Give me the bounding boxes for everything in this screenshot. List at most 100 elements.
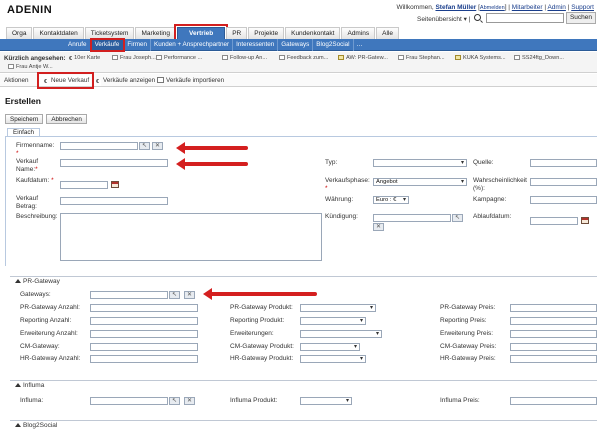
pr-gateway-header[interactable]: PR-Gateway [15,278,60,285]
blog2social-header[interactable]: Blog2Social [15,422,57,429]
tab-kontaktdaten[interactable]: Kontaktdaten [33,27,84,39]
sub-nav: Anrufe Verkäufe Firmen Kunden + Ansprech… [0,38,597,52]
select-icon[interactable]: ↖ [452,214,463,222]
subnav-interessenten[interactable]: Interessenten [233,39,279,51]
user-link[interactable]: Stefan Müller [435,4,476,11]
tab-kundenkontakt[interactable]: Kundenkontakt [285,27,341,39]
select-icon[interactable]: ↖ [139,142,150,150]
subnav-more[interactable]: … [354,39,366,51]
select-icon[interactable]: ↖ [169,291,180,299]
recent-item[interactable]: €10er Karte [69,55,100,62]
influma-preis-input[interactable] [510,397,597,405]
pr-gateway-produkt-select[interactable] [300,304,376,312]
label-influma-preis: Influma Preis: [440,397,480,404]
brand-logo[interactable]: ADENIN [7,4,52,16]
show-sales-action[interactable]: € Verkäufe anzeigen [92,75,157,86]
influma-input[interactable] [90,397,168,405]
reporting-preis-input[interactable] [510,317,597,325]
label-hr-gateway-preis: HR-Gateway Preis: [440,355,496,362]
hr-gateway-preis-input[interactable] [510,355,597,363]
recent-item[interactable]: Feedback zum... [279,55,328,61]
firmenname-input[interactable] [60,142,138,150]
subnav-blog2social[interactable]: Blog2Social [313,39,354,51]
view-select[interactable]: Seitenübersicht ▾ | [417,15,470,23]
kaufdatum-input[interactable] [60,181,108,189]
cm-gateway-input[interactable] [90,343,198,351]
recent-item[interactable]: KUKA Systems... [455,55,506,61]
link-admin[interactable]: Admin [547,4,565,11]
euro-icon: € [42,80,49,86]
tab-orga[interactable]: Orga [6,27,33,39]
gateways-input[interactable] [90,291,168,299]
tab-alle[interactable]: Alle [376,27,400,39]
tab-pr[interactable]: PR [226,27,248,39]
subnav-verkaeufe[interactable]: Verkäufe [89,38,126,52]
ablaufdatum-input[interactable] [530,217,578,225]
wahrscheinlichkeit-input[interactable] [530,178,597,186]
verkauf-betrag-input[interactable] [60,197,168,205]
influma-produkt-select[interactable] [300,397,352,405]
clear-icon[interactable]: ✕ [184,397,195,405]
subnav-gateways[interactable]: Gateways [278,39,314,51]
tab-vertrieb[interactable]: Vertrieb [173,24,229,42]
subnav-anrufe[interactable]: Anrufe [65,39,91,51]
tab-ticketsystem[interactable]: Ticketsystem [84,27,135,39]
waehrung-select[interactable]: Euro : € [373,196,409,204]
erweiterung-preis-input[interactable] [510,330,597,338]
hr-gateway-produkt-select[interactable] [300,355,366,363]
form-buttons: Speichern Abbrechen [5,114,87,124]
import-sales-action[interactable]: Verkäufe importieren [155,75,226,86]
beschreibung-textarea[interactable] [60,213,322,261]
contact-icon [112,55,118,60]
page-title: Erstellen [5,96,41,106]
tab-admins[interactable]: Admins [341,27,376,39]
search-input[interactable] [486,13,564,23]
select-icon[interactable]: ↖ [169,397,180,405]
pr-gateway-anzahl-input[interactable] [90,304,198,312]
recent-item[interactable]: Performance ... [156,55,202,61]
typ-select[interactable] [373,159,467,167]
subnav-firmen[interactable]: Firmen [124,39,152,51]
cancel-button[interactable]: Abbrechen [46,114,87,124]
cm-gateway-produkt-select[interactable] [300,343,360,351]
kampagne-input[interactable] [530,196,597,204]
label-pr-gateway-preis: PR-Gateway Preis: [440,304,496,311]
recent-item[interactable]: Frau Antje W... [8,64,53,70]
erweiterungen-select[interactable] [300,330,382,338]
link-support[interactable]: Support [571,4,594,11]
clear-icon[interactable]: ✕ [373,223,384,231]
erweiterung-anzahl-input[interactable] [90,330,198,338]
reporting-anzahl-input[interactable] [90,317,198,325]
tab-projekte[interactable]: Projekte [248,27,285,39]
kuendigung-input[interactable] [373,214,451,222]
clear-icon[interactable]: ✕ [184,291,195,299]
label-hr-gateway-anzahl: HR-Gateway Anzahl: [20,355,81,362]
label-ablaufdatum: Ablaufdatum: [473,213,512,220]
logout-link[interactable]: Abmelden [480,5,505,11]
logo-text: ADENIN [7,4,53,16]
verkauf-name-input[interactable] [60,159,168,167]
recent-item[interactable]: Frau Stephan... [398,55,445,61]
verkaufsphase-select[interactable]: Angebot [373,178,467,186]
reporting-produkt-select[interactable] [300,317,366,325]
new-sale-action[interactable]: € Neue Verkauf [36,72,95,89]
recent-item[interactable]: Frau Joseph... [112,55,156,61]
quelle-input[interactable] [530,159,597,167]
cm-gateway-preis-input[interactable] [510,343,597,351]
tab-marketing[interactable]: Marketing [135,27,176,39]
link-mitarbeiter[interactable]: Mitarbeiter [512,4,543,11]
calendar-icon[interactable] [581,217,589,224]
hr-gateway-anzahl-input[interactable] [90,355,198,363]
recent-item[interactable]: Follow-up An... [222,55,267,61]
pr-gateway-preis-input[interactable] [510,304,597,312]
subnav-kunden[interactable]: Kunden + Ansprechpartner [151,39,234,51]
save-button[interactable]: Speichern [5,114,44,124]
search-button[interactable]: Suchen [566,12,596,24]
recent-item[interactable]: SS24ftg_Down... [514,55,564,61]
contact-icon [8,64,14,69]
influma-header[interactable]: Influma [15,382,44,389]
email-icon [338,55,344,60]
clear-icon[interactable]: ✕ [152,142,163,150]
recent-item[interactable]: AW: PR-Gatew... [338,55,388,61]
calendar-icon[interactable] [111,181,119,188]
